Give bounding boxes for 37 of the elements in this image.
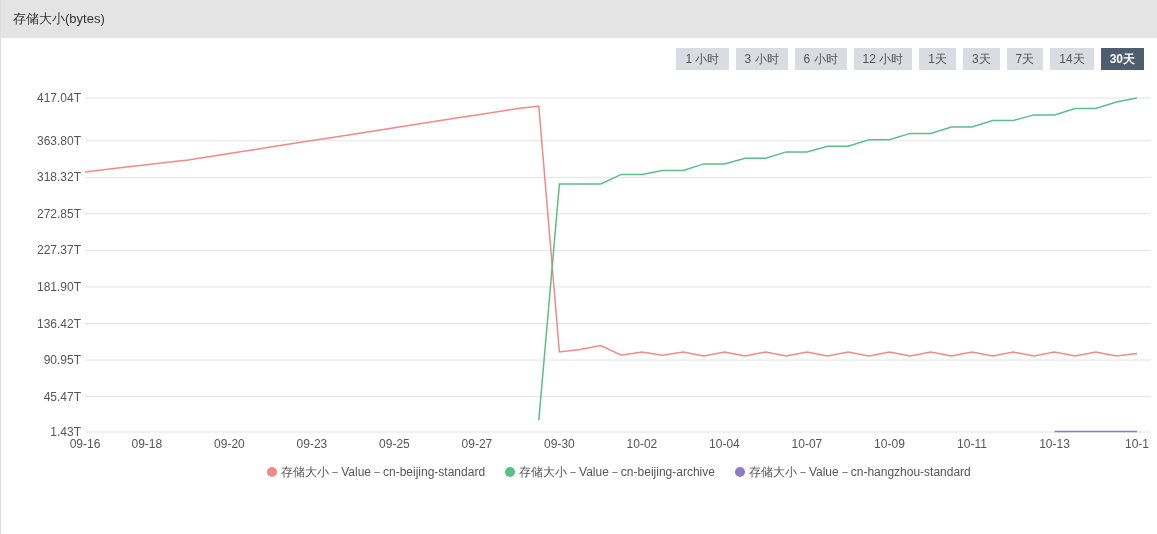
x-axis-label: 09-27 [461,437,493,451]
time-range-button[interactable]: 7天 [1006,48,1044,70]
x-axis-label: 10-09 [874,437,905,451]
x-axis-label: 10-02 [626,437,658,451]
y-axis-label: 417.04T [36,91,81,105]
y-axis-label: 1.43T [50,425,81,439]
legend-item[interactable]: 存储大小－Value－cn-beijing-archive [505,463,715,481]
legend-item[interactable]: 存储大小－Value－cn-beijing-standard [267,463,486,481]
x-axis-label: 10-1 [1125,437,1149,451]
y-axis-label: 363.80T [36,133,81,148]
time-range-button[interactable]: 14天 [1050,48,1094,70]
panel-title: 存储大小(bytes) [13,10,105,29]
time-range-button[interactable]: 1 小时 [676,48,729,70]
x-axis-label: 09-18 [131,437,163,451]
y-axis-label: 181.90T [36,279,81,294]
time-range-button[interactable]: 3天 [962,48,1000,70]
x-axis-label: 10-11 [957,437,987,451]
time-range-button[interactable]: 6 小时 [794,48,847,70]
x-axis-label: 09-16 [69,437,101,451]
x-axis-label: 10-07 [791,437,823,451]
y-axis-label: 272.85T [36,206,81,221]
x-axis-label: 09-30 [544,437,575,451]
y-axis-label: 90.95T [43,353,81,368]
y-axis-label: 136.42T [36,316,81,331]
y-axis-label: 227.37T [36,243,81,258]
x-axis-label: 09-23 [296,437,328,451]
time-range-button[interactable]: 3 小时 [735,48,788,70]
x-axis-label: 10-04 [709,437,740,451]
time-range-button[interactable]: 12 小时 [853,48,913,70]
legend-item[interactable]: 存储大小－Value－cn-hangzhou-standard [734,463,971,481]
y-axis-label: 45.47T [43,389,81,404]
x-axis-label: 10-13 [1039,437,1070,451]
time-range-button[interactable]: 30天 [1100,48,1144,70]
y-axis-label: 318.32T [36,170,81,185]
time-range-button[interactable]: 1天 [919,48,956,70]
x-axis-label: 09-25 [379,437,410,451]
x-axis-label: 09-20 [214,437,245,451]
